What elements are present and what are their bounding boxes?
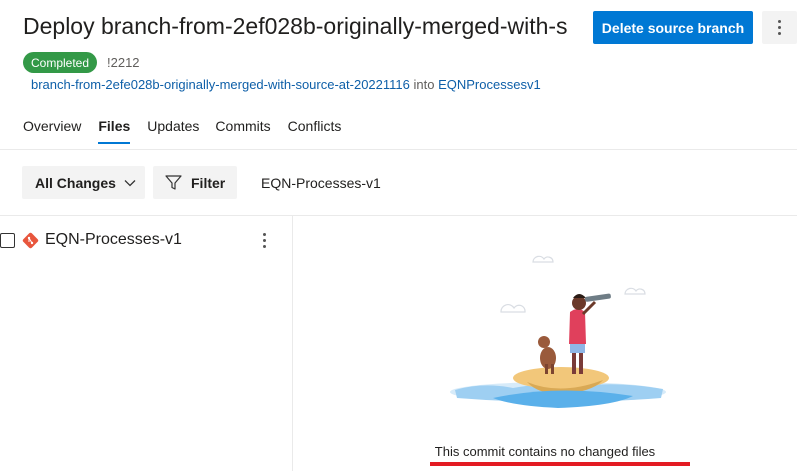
page-title: Deploy branch-from-2ef028b-originally-me…: [23, 13, 568, 39]
pr-header: Deploy branch-from-2ef028b-originally-me…: [0, 0, 797, 150]
git-repo-icon: [22, 232, 39, 249]
delete-source-branch-button[interactable]: Delete source branch: [593, 11, 753, 44]
more-vertical-icon[interactable]: [263, 233, 266, 248]
more-vertical-icon: [778, 20, 781, 35]
files-toolbar: All Changes Filter EQN-Processes-v1: [0, 150, 797, 216]
more-actions-button[interactable]: [762, 11, 797, 44]
tab-commits[interactable]: Commits: [215, 118, 270, 144]
filter-icon: [165, 175, 182, 190]
branch-info: branch-from-2efe028b-originally-merged-w…: [31, 77, 541, 92]
chevron-down-icon: [124, 179, 136, 186]
changes-dropdown[interactable]: All Changes: [22, 166, 145, 199]
target-branch-link[interactable]: EQNProcessesv1: [438, 77, 541, 92]
tab-files[interactable]: Files: [98, 118, 130, 144]
annotation-underline: [430, 462, 690, 466]
tree-item-checkbox[interactable]: [0, 233, 15, 248]
tab-conflicts[interactable]: Conflicts: [288, 118, 342, 144]
current-path: EQN-Processes-v1: [261, 175, 381, 191]
explorer-illustration: [450, 255, 666, 408]
into-text: into: [413, 77, 435, 92]
tree-item-label: EQN-Processes-v1: [45, 231, 182, 248]
empty-state-message: This commit contains no changed files: [434, 444, 656, 459]
tree-item[interactable]: EQN-Processes-v1: [0, 229, 292, 253]
tab-overview[interactable]: Overview: [23, 118, 81, 144]
pull-request-id: !2212: [107, 55, 140, 70]
source-branch-link[interactable]: branch-from-2efe028b-originally-merged-w…: [31, 77, 410, 92]
filter-button[interactable]: Filter: [153, 166, 237, 199]
file-tree: EQN-Processes-v1: [0, 216, 293, 471]
empty-state: This commit contains no changed files: [293, 216, 797, 471]
changes-dropdown-label: All Changes: [35, 174, 116, 191]
tab-updates[interactable]: Updates: [147, 118, 199, 144]
tab-bar: Overview Files Updates Commits Conflicts: [23, 118, 341, 144]
status-badge: Completed: [23, 52, 98, 73]
filter-label: Filter: [191, 174, 226, 191]
